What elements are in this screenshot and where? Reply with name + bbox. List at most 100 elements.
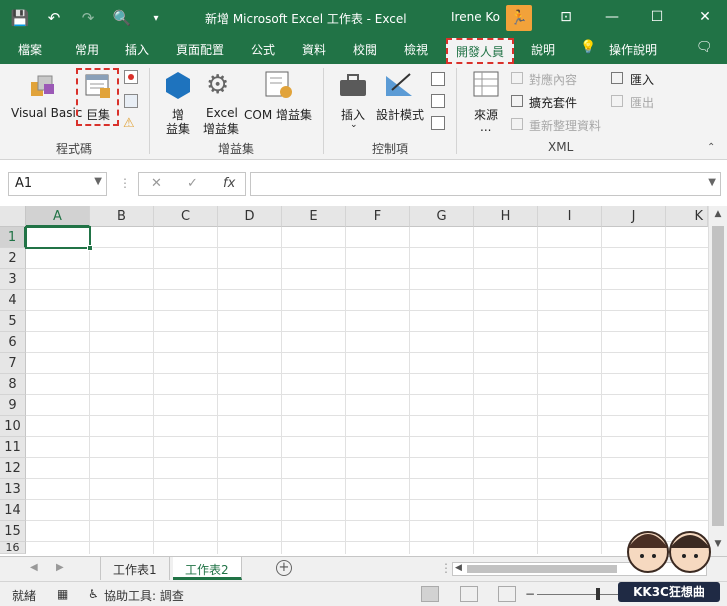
normal-view-icon[interactable]: [421, 586, 439, 602]
row-header[interactable]: 1: [0, 227, 26, 248]
chevron-down-icon[interactable]: ▼: [94, 176, 102, 187]
expansion-packs-button[interactable]: 擴充套件: [529, 94, 577, 111]
row-header[interactable]: 7: [0, 353, 26, 374]
save-icon[interactable]: 💾: [8, 6, 32, 30]
user-name[interactable]: Irene Ko: [451, 10, 500, 24]
sheet-tab[interactable]: 工作表1: [100, 557, 170, 580]
sheet-tab-active[interactable]: 工作表2: [173, 557, 242, 580]
row-header[interactable]: 10: [0, 416, 26, 437]
insert-function-icon[interactable]: fx: [223, 176, 235, 191]
properties-icon[interactable]: [431, 72, 445, 86]
column-header[interactable]: C: [154, 206, 218, 227]
chevron-down-icon[interactable]: ▼: [708, 177, 716, 188]
relative-reference-icon[interactable]: [124, 94, 138, 108]
cancel-icon[interactable]: ✕: [151, 176, 162, 191]
tab-page-layout[interactable]: 頁面配置: [176, 41, 224, 58]
xml-source-button-line2[interactable]: ...: [480, 120, 491, 134]
column-header[interactable]: B: [90, 206, 154, 227]
visual-basic-button[interactable]: Visual Basic: [11, 106, 82, 120]
close-icon[interactable]: ✕: [690, 5, 720, 29]
row-header[interactable]: 9: [0, 395, 26, 416]
tab-data[interactable]: 資料: [302, 41, 326, 58]
tab-help[interactable]: 說明: [531, 41, 555, 58]
zoom-slider-thumb[interactable]: [596, 588, 600, 600]
row-header[interactable]: 6: [0, 332, 26, 353]
column-header[interactable]: H: [474, 206, 538, 227]
column-header[interactable]: I: [538, 206, 602, 227]
horizontal-scroll-thumb[interactable]: [467, 565, 617, 573]
column-header[interactable]: G: [410, 206, 474, 227]
select-all-button[interactable]: [0, 206, 26, 227]
tab-formulas[interactable]: 公式: [251, 41, 275, 58]
minimize-icon[interactable]: —: [597, 5, 627, 29]
enter-icon[interactable]: ✓: [187, 176, 198, 191]
row-header[interactable]: 16: [0, 542, 26, 554]
macros-button[interactable]: 巨集: [86, 106, 110, 123]
import-button[interactable]: 匯入: [630, 71, 654, 88]
chevron-down-icon[interactable]: ⌄: [350, 120, 358, 130]
tab-developer[interactable]: 開發人員: [446, 38, 515, 64]
undo-icon[interactable]: ↶: [42, 6, 66, 30]
tell-me-search[interactable]: 操作說明: [609, 41, 657, 58]
vertical-scroll-thumb[interactable]: [712, 226, 724, 526]
maximize-icon[interactable]: ☐: [642, 5, 672, 29]
ribbon-display-icon[interactable]: ⊡: [551, 5, 581, 29]
com-addins-button[interactable]: COM 增益集: [244, 106, 312, 123]
cell-area[interactable]: [26, 227, 708, 554]
worksheet-grid[interactable]: A B C D E F G H I J K 1 2 3 4 5 6 7 8 9 …: [0, 206, 708, 554]
formula-input[interactable]: ▼: [250, 172, 721, 196]
avatar[interactable]: 🏃: [506, 5, 532, 31]
fill-handle[interactable]: [87, 245, 93, 251]
add-sheet-icon[interactable]: +: [276, 560, 292, 576]
map-properties-button[interactable]: 對應內容: [529, 71, 577, 88]
zoom-out-icon[interactable]: −: [525, 587, 535, 601]
run-dialog-icon[interactable]: [431, 116, 445, 130]
customize-qat-icon[interactable]: ▾: [144, 6, 168, 30]
column-header[interactable]: E: [282, 206, 346, 227]
sheet-prev-icon[interactable]: ◀: [30, 562, 38, 573]
row-header[interactable]: 4: [0, 290, 26, 311]
row-header[interactable]: 8: [0, 374, 26, 395]
row-header[interactable]: 14: [0, 500, 26, 521]
row-header[interactable]: 15: [0, 521, 26, 542]
view-code-icon[interactable]: [431, 94, 445, 108]
scroll-up-icon[interactable]: ▲: [711, 209, 725, 223]
design-mode-button[interactable]: 設計模式: [376, 106, 424, 123]
record-macro-icon[interactable]: [124, 70, 138, 84]
sheet-next-icon[interactable]: ▶: [56, 562, 64, 573]
refresh-data-button[interactable]: 重新整理資料: [529, 117, 601, 134]
row-header[interactable]: 12: [0, 458, 26, 479]
row-header[interactable]: 11: [0, 437, 26, 458]
comments-icon[interactable]: 🗨: [696, 40, 713, 55]
active-cell[interactable]: [25, 226, 93, 251]
excel-addins-button-line1[interactable]: Excel: [206, 106, 238, 120]
vertical-scrollbar[interactable]: ▲ ▼: [708, 206, 727, 556]
collapse-ribbon-icon[interactable]: ⌃: [707, 142, 715, 153]
redo-icon[interactable]: ↷: [76, 6, 100, 30]
row-header[interactable]: 3: [0, 269, 26, 290]
macro-record-icon[interactable]: ▦: [57, 587, 68, 601]
page-layout-view-icon[interactable]: [460, 586, 478, 602]
more-icon[interactable]: ⋮: [440, 561, 452, 575]
tab-view[interactable]: 檢視: [404, 41, 428, 58]
column-header[interactable]: J: [602, 206, 666, 227]
row-header[interactable]: 13: [0, 479, 26, 500]
print-preview-icon[interactable]: 🔍: [110, 6, 134, 30]
column-header[interactable]: F: [346, 206, 410, 227]
column-header[interactable]: D: [218, 206, 282, 227]
tab-home[interactable]: 常用: [75, 41, 99, 58]
export-button[interactable]: 匯出: [630, 94, 654, 111]
row-header[interactable]: 5: [0, 311, 26, 332]
tab-insert[interactable]: 插入: [125, 41, 149, 58]
excel-addins-button-line2[interactable]: 增益集: [203, 120, 239, 137]
page-break-view-icon[interactable]: [498, 586, 516, 602]
scroll-left-icon[interactable]: ◀: [455, 563, 462, 573]
column-header[interactable]: K: [666, 206, 708, 227]
accessibility-status[interactable]: 協助工具: 調查: [104, 587, 184, 604]
macro-security-icon[interactable]: ⚠: [123, 116, 135, 131]
tab-file[interactable]: 檔案: [18, 41, 42, 58]
name-box[interactable]: A1 ▼: [8, 172, 107, 196]
addins-button-line2[interactable]: 益集: [166, 120, 190, 137]
row-header[interactable]: 2: [0, 248, 26, 269]
tab-review[interactable]: 校閱: [353, 41, 377, 58]
